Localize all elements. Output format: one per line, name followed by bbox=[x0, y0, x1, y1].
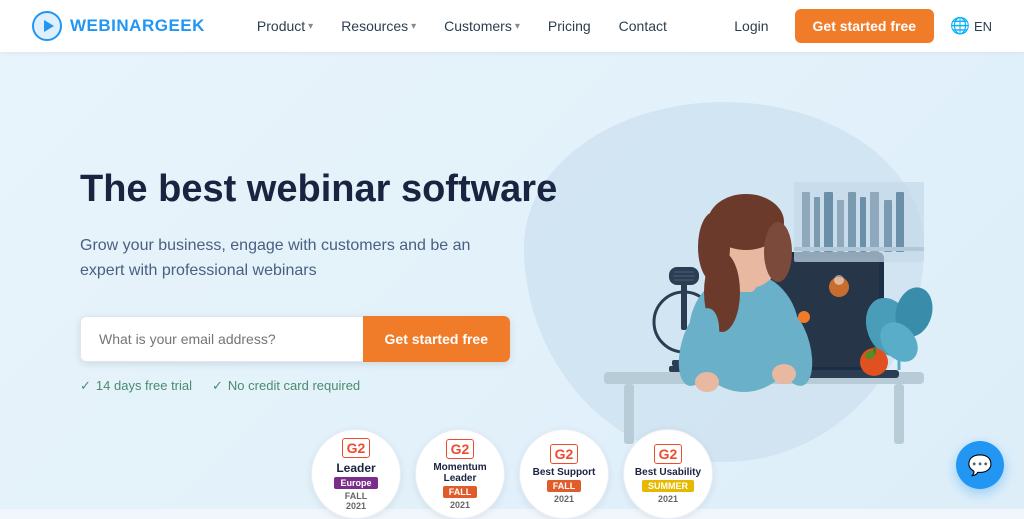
globe-icon: 🌐 bbox=[950, 16, 970, 36]
award-badge-leader: G2 Leader Europe FALL2021 bbox=[311, 429, 401, 519]
award-title: Leader bbox=[336, 461, 375, 475]
award-badge-support: G2 Best Support FALL 2021 bbox=[519, 429, 609, 519]
award-season: FALL bbox=[547, 480, 582, 492]
get-started-button[interactable]: Get started free bbox=[795, 9, 934, 43]
award-year: FALL2021 bbox=[345, 491, 368, 511]
language-selector[interactable]: 🌐 EN bbox=[950, 16, 992, 36]
nav-item-pricing[interactable]: Pricing bbox=[536, 12, 603, 40]
email-submit-button[interactable]: Get started free bbox=[363, 316, 510, 362]
hero-subtitle: Grow your business, engage with customer… bbox=[80, 233, 500, 284]
award-badge-usability: G2 Best Usability SUMMER 2021 bbox=[623, 429, 713, 519]
login-button[interactable]: Login bbox=[724, 12, 778, 40]
navbar: WEBINARGEEK Product ▾ Resources ▾ Custom… bbox=[0, 0, 1024, 52]
award-season: SUMMER bbox=[642, 480, 694, 492]
hero-illustration bbox=[524, 82, 964, 472]
chat-icon: 💬 bbox=[968, 453, 993, 478]
award-region: Europe bbox=[334, 477, 377, 489]
award-title: Best Usability bbox=[635, 467, 701, 478]
award-season: FALL bbox=[443, 486, 478, 498]
chevron-down-icon: ▾ bbox=[515, 21, 520, 32]
award-year: 2021 bbox=[658, 494, 678, 504]
chevron-down-icon: ▾ bbox=[411, 21, 416, 32]
award-title: Momentum Leader bbox=[422, 462, 498, 484]
nav-right: Login Get started free 🌐 EN bbox=[724, 9, 992, 43]
award-year: 2021 bbox=[450, 500, 470, 510]
chat-bubble[interactable]: 💬 bbox=[956, 441, 1004, 489]
award-year: 2021 bbox=[554, 494, 574, 504]
g2-icon: G2 bbox=[654, 444, 683, 464]
email-input[interactable] bbox=[80, 316, 363, 362]
check-icon: ✓ bbox=[80, 378, 91, 394]
chevron-down-icon: ▾ bbox=[308, 21, 313, 32]
trust-item-no-credit: ✓ No credit card required bbox=[212, 378, 360, 394]
person-illustration bbox=[544, 92, 944, 462]
nav-item-product[interactable]: Product ▾ bbox=[245, 12, 325, 40]
trust-item-trial: ✓ 14 days free trial bbox=[80, 378, 192, 394]
email-form: Get started free bbox=[80, 316, 510, 362]
nav-item-contact[interactable]: Contact bbox=[607, 12, 679, 40]
logo-icon bbox=[32, 11, 62, 41]
logo-text: WEBINARGEEK bbox=[70, 16, 205, 36]
award-badge-momentum: G2 Momentum Leader FALL 2021 bbox=[415, 429, 505, 519]
g2-icon: G2 bbox=[550, 444, 579, 464]
hero-title: The best webinar software bbox=[80, 167, 557, 213]
hero-content: The best webinar software Grow your busi… bbox=[80, 167, 557, 394]
nav-item-customers[interactable]: Customers ▾ bbox=[432, 12, 532, 40]
logo[interactable]: WEBINARGEEK bbox=[32, 11, 205, 41]
award-title: Best Support bbox=[533, 467, 596, 478]
check-icon: ✓ bbox=[212, 378, 223, 394]
nav-item-resources[interactable]: Resources ▾ bbox=[329, 12, 428, 40]
trust-badges: ✓ 14 days free trial ✓ No credit card re… bbox=[80, 378, 557, 394]
nav-links: Product ▾ Resources ▾ Customers ▾ Pricin… bbox=[245, 12, 724, 40]
g2-icon: G2 bbox=[446, 439, 475, 459]
g2-icon: G2 bbox=[342, 438, 371, 458]
